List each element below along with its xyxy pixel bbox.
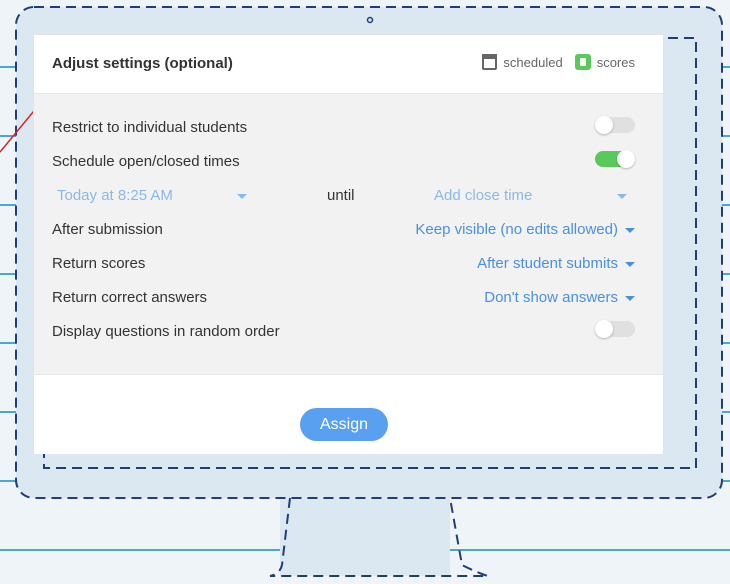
- toggle-knob: [595, 320, 613, 338]
- return-answers-dropdown[interactable]: Don't show answers: [484, 289, 635, 306]
- calendar-icon: [482, 54, 498, 70]
- return-scores-label: Return scores: [52, 255, 146, 272]
- chevron-down-icon: [625, 261, 635, 267]
- return-answers-label: Return correct answers: [52, 289, 208, 306]
- legend-scores-label: scores: [596, 54, 635, 70]
- settings-list: Restrict to individual students Schedule…: [52, 116, 635, 357]
- schedule-label: Schedule open/closed times: [52, 153, 240, 170]
- random-order-row: Display questions in random order: [52, 320, 635, 357]
- random-order-label: Display questions in random order: [52, 323, 280, 340]
- open-time-value: Today at 8:25 AM: [57, 187, 173, 204]
- legend: scheduled scores: [482, 54, 635, 70]
- close-time-placeholder: Add close time: [434, 187, 533, 204]
- schedule-row: Schedule open/closed times: [52, 150, 635, 187]
- restrict-toggle[interactable]: [595, 116, 635, 134]
- open-time-dropdown[interactable]: Today at 8:25 AM: [57, 187, 248, 204]
- chevron-down-icon: [625, 295, 635, 301]
- return-scores-value: After student submits: [477, 255, 618, 272]
- assign-button[interactable]: Assign: [300, 408, 388, 441]
- restrict-label: Restrict to individual students: [52, 119, 248, 136]
- legend-scheduled-label: scheduled: [503, 54, 563, 70]
- legend-scheduled: scheduled: [482, 54, 563, 70]
- return-scores-row: Return scores After student submits: [52, 255, 635, 289]
- after-submission-value: Keep visible (no edits allowed): [415, 221, 618, 238]
- random-order-toggle[interactable]: [595, 320, 635, 338]
- close-time-dropdown[interactable]: Add close time: [434, 187, 627, 204]
- schedule-time-row: Today at 8:25 AM until Add close time: [52, 187, 635, 221]
- chevron-down-icon: [625, 227, 635, 233]
- schedule-toggle[interactable]: [595, 150, 635, 168]
- after-submission-row: After submission Keep visible (no edits …: [52, 221, 635, 255]
- settings-panel: Adjust settings (optional) scheduled sco…: [34, 35, 663, 454]
- toggle-knob: [617, 150, 635, 168]
- legend-scores: scores: [574, 54, 635, 70]
- restrict-row: Restrict to individual students: [52, 116, 635, 153]
- panel-header: Adjust settings (optional) scheduled sco…: [34, 35, 663, 94]
- panel-title: Adjust settings (optional): [52, 55, 233, 72]
- return-answers-row: Return correct answers Don't show answer…: [52, 289, 635, 323]
- until-label: until: [327, 187, 355, 204]
- after-submission-dropdown[interactable]: Keep visible (no edits allowed): [415, 221, 635, 238]
- chevron-down-icon: [237, 193, 248, 199]
- return-scores-dropdown[interactable]: After student submits: [477, 255, 635, 272]
- scores-icon: [574, 54, 591, 70]
- toggle-knob: [595, 116, 613, 134]
- return-answers-value: Don't show answers: [484, 289, 618, 306]
- panel-footer: Assign: [34, 374, 663, 454]
- after-submission-label: After submission: [52, 221, 163, 238]
- chevron-down-icon: [616, 193, 627, 199]
